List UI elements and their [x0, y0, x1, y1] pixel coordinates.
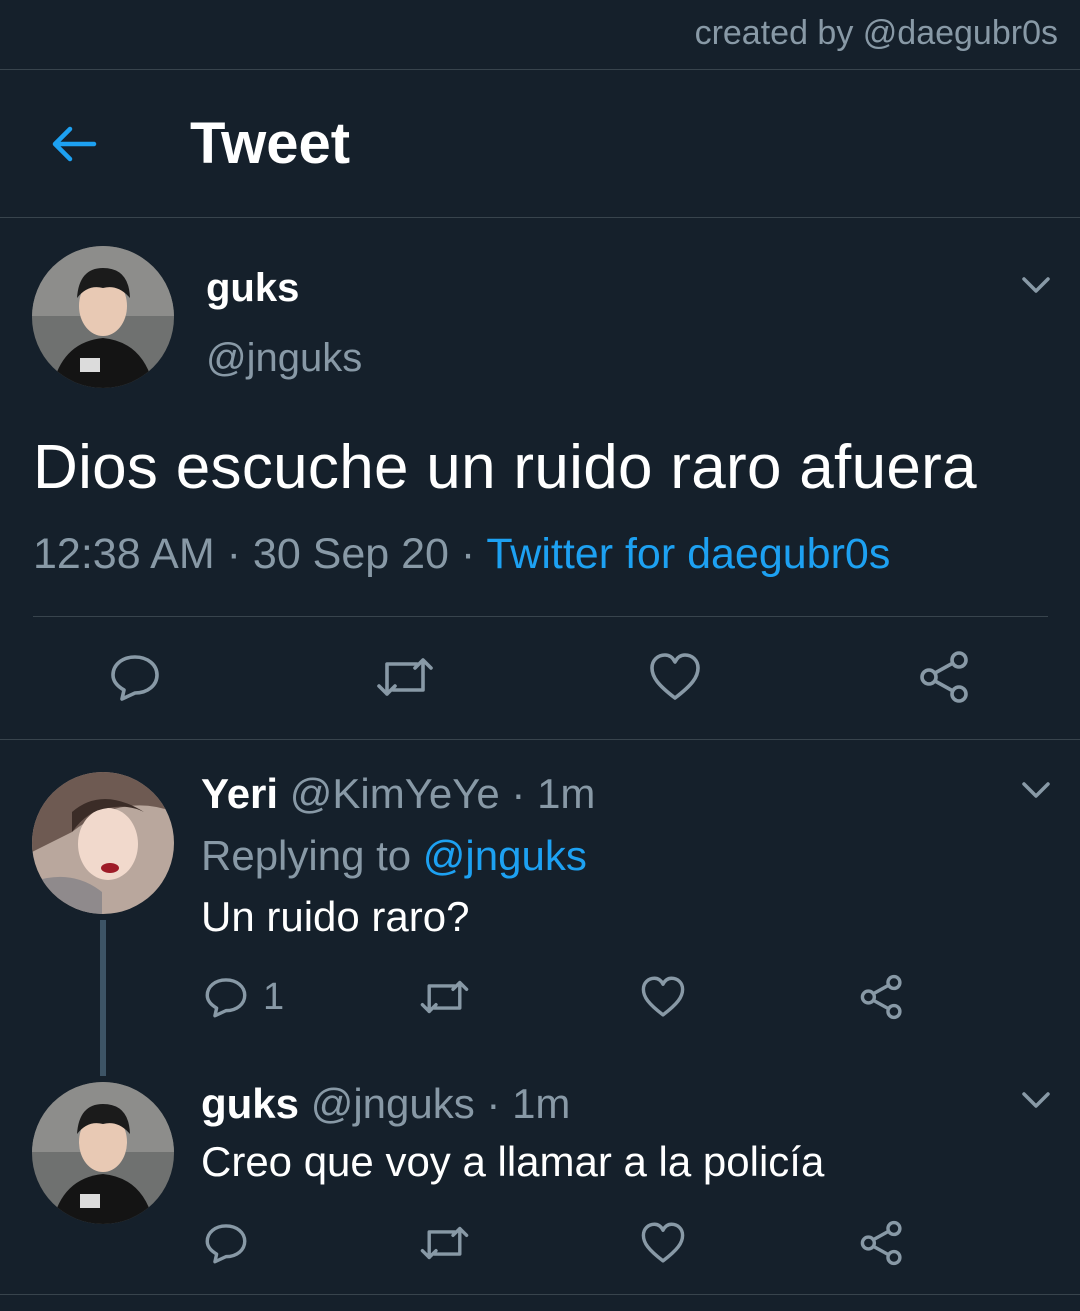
replying-to-link[interactable]: @jnguks: [423, 832, 587, 879]
reply-button[interactable]: [203, 1220, 249, 1266]
tweet-time: 12:38 AM: [33, 530, 215, 578]
separator: ·: [499, 770, 538, 817]
reply-button[interactable]: 1: [203, 974, 284, 1020]
divider: [0, 739, 1080, 740]
retweet-button[interactable]: [419, 974, 470, 1020]
author-name[interactable]: guks: [201, 1080, 299, 1127]
page-title: Tweet: [190, 111, 351, 176]
chevron-down-icon[interactable]: [1019, 1083, 1053, 1117]
divider: [0, 217, 1080, 218]
reply-icon: [205, 978, 247, 1018]
retweet-icon: [420, 980, 469, 1014]
replying-prefix: Replying to: [201, 832, 423, 879]
arrow-left-icon[interactable]: [48, 118, 100, 170]
separator: ·: [448, 530, 487, 578]
reply-header: guks @jnguks · 1m: [201, 1080, 570, 1128]
chevron-down-icon[interactable]: [1019, 773, 1053, 807]
share-icon: [920, 651, 968, 703]
avatar[interactable]: [32, 246, 174, 388]
tweet-date: 30 Sep 20: [252, 530, 449, 578]
divider: [33, 616, 1048, 617]
thread-line: [100, 920, 106, 1076]
share-button[interactable]: [918, 650, 972, 704]
tweet-meta: 12:38 AM · 30 Sep 20 · Twitter for daegu…: [33, 530, 890, 579]
avatar[interactable]: [32, 772, 174, 914]
retweet-button[interactable]: [419, 1220, 470, 1266]
separator: ·: [474, 1080, 513, 1127]
share-icon: [860, 974, 902, 1020]
author-handle[interactable]: @jnguks: [311, 1080, 475, 1127]
reply-header: Yeri @KimYeYe · 1m: [201, 770, 595, 818]
like-button[interactable]: [648, 650, 702, 704]
share-button[interactable]: [859, 974, 905, 1020]
author-name[interactable]: Yeri: [201, 770, 278, 817]
like-button[interactable]: [640, 974, 686, 1020]
reply-count: 1: [263, 975, 285, 1018]
tweet-source-link[interactable]: Twitter for daegubr0s: [486, 530, 890, 578]
retweet-icon: [420, 1226, 469, 1260]
author-handle[interactable]: @jnguks: [206, 336, 362, 381]
heart-icon: [641, 976, 685, 1017]
reply-text: Creo que voy a llamar a la policía: [201, 1138, 825, 1185]
reply-text: Un ruido raro?: [201, 893, 470, 940]
author-handle[interactable]: @KimYeYe: [290, 770, 500, 817]
reply-time: 1m: [512, 1080, 571, 1127]
like-button[interactable]: [640, 1220, 686, 1266]
avatar[interactable]: [32, 1082, 174, 1224]
share-icon: [860, 1220, 902, 1266]
header: Tweet: [0, 70, 1080, 217]
reply-time: 1m: [537, 770, 596, 817]
tweet-text: Dios escuche un ruido raro afuera: [33, 433, 977, 502]
reply-icon: [205, 1224, 247, 1264]
reply-button[interactable]: [108, 650, 162, 704]
credit-text: created by @daegubr0s: [694, 14, 1058, 52]
retweet-button[interactable]: [375, 650, 435, 704]
heart-icon: [641, 1222, 685, 1263]
heart-icon: [650, 653, 700, 700]
replying-to: Replying to @jnguks: [201, 832, 587, 880]
share-button[interactable]: [859, 1220, 905, 1266]
chevron-down-icon[interactable]: [1019, 268, 1053, 302]
tweet-actions: [0, 648, 1080, 708]
retweet-icon: [377, 658, 433, 696]
author-name[interactable]: guks: [206, 266, 299, 311]
reply-icon: [111, 655, 159, 701]
divider: [0, 1294, 1080, 1295]
separator: ·: [214, 530, 253, 578]
